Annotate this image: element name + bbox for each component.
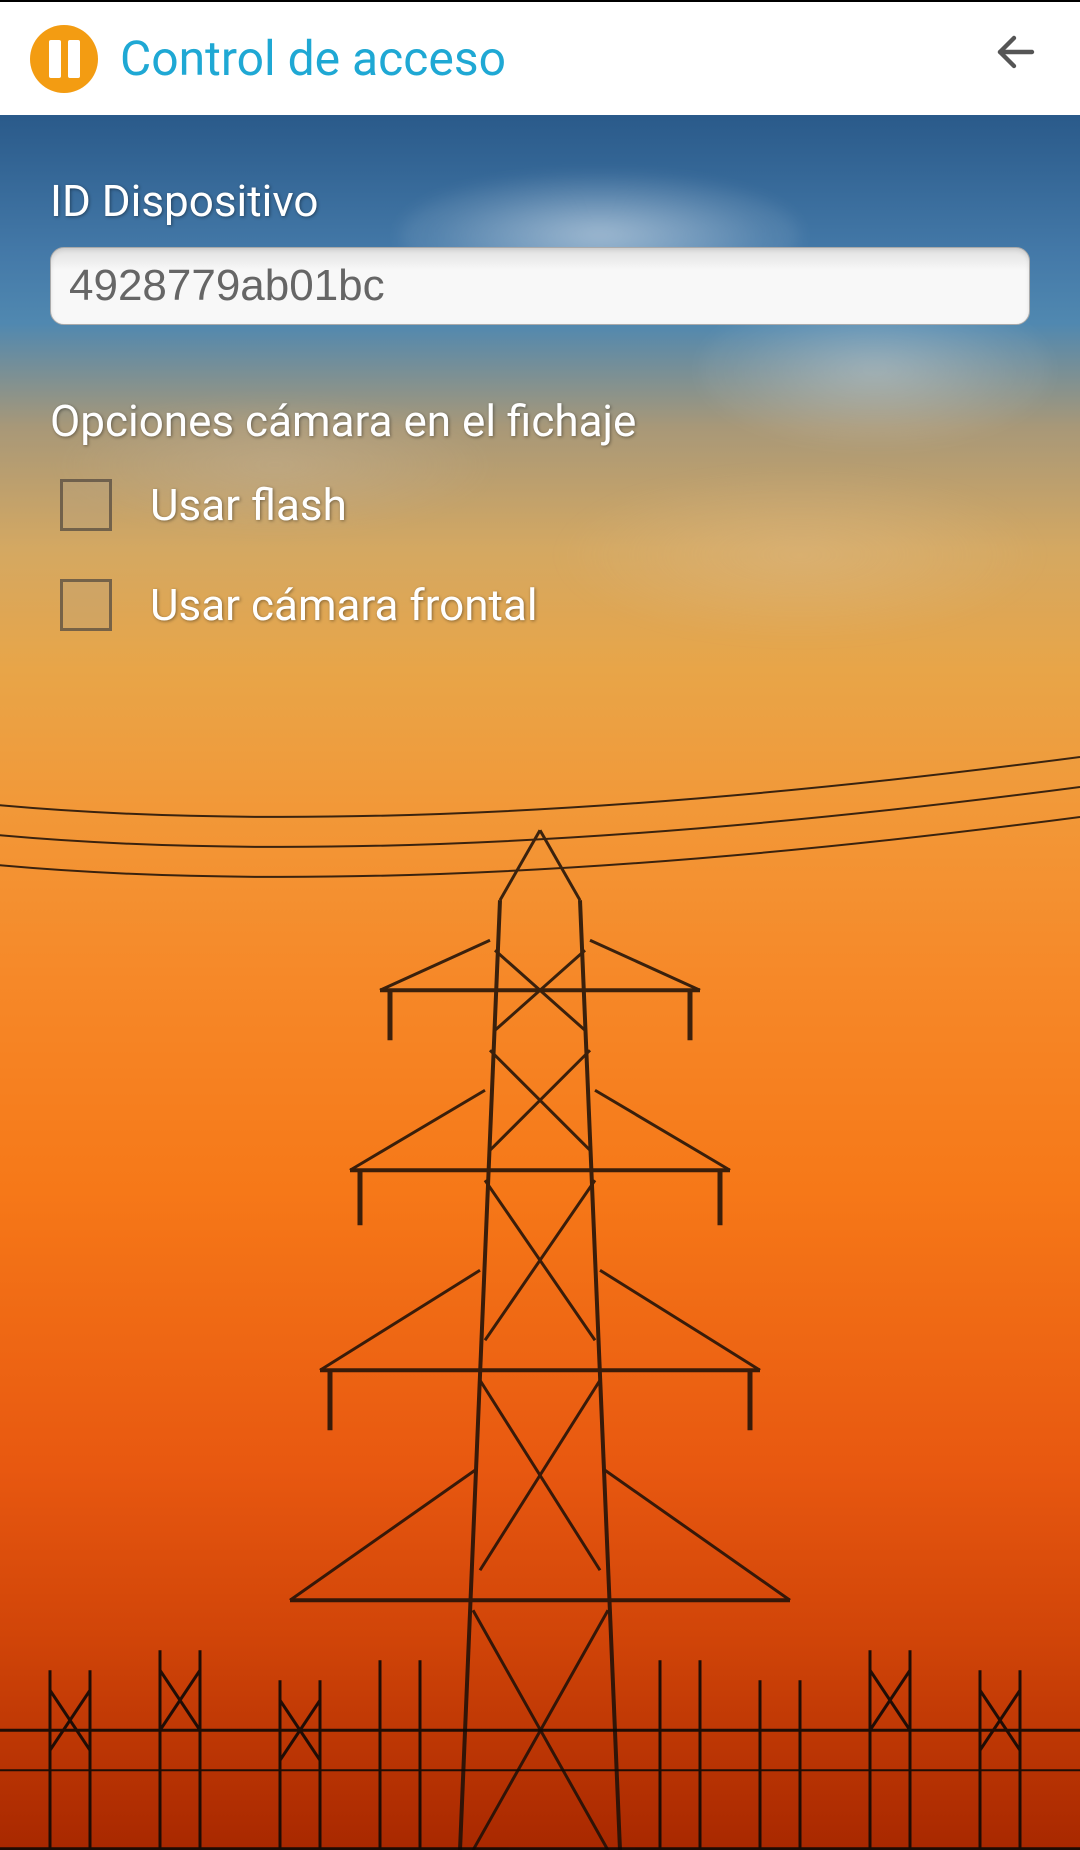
use-front-camera-label: Usar cámara frontal <box>150 579 538 631</box>
camera-options-label: Opciones cámara en el fichaje <box>50 395 1030 447</box>
use-flash-checkbox[interactable] <box>60 479 112 531</box>
app-header: Control de acceso <box>0 2 1080 115</box>
use-flash-row: Usar flash <box>60 479 1030 531</box>
app-logo-icon <box>30 25 98 93</box>
back-arrow-icon[interactable] <box>992 28 1040 89</box>
device-id-label: ID Dispositivo <box>50 175 1030 227</box>
main-content: ID Dispositivo Opciones cámara en el fic… <box>0 115 1080 1850</box>
use-flash-label: Usar flash <box>150 479 347 531</box>
use-front-camera-row: Usar cámara frontal <box>60 579 1030 631</box>
page-title: Control de acceso <box>120 30 506 87</box>
use-front-camera-checkbox[interactable] <box>60 579 112 631</box>
device-id-input[interactable] <box>50 247 1030 325</box>
